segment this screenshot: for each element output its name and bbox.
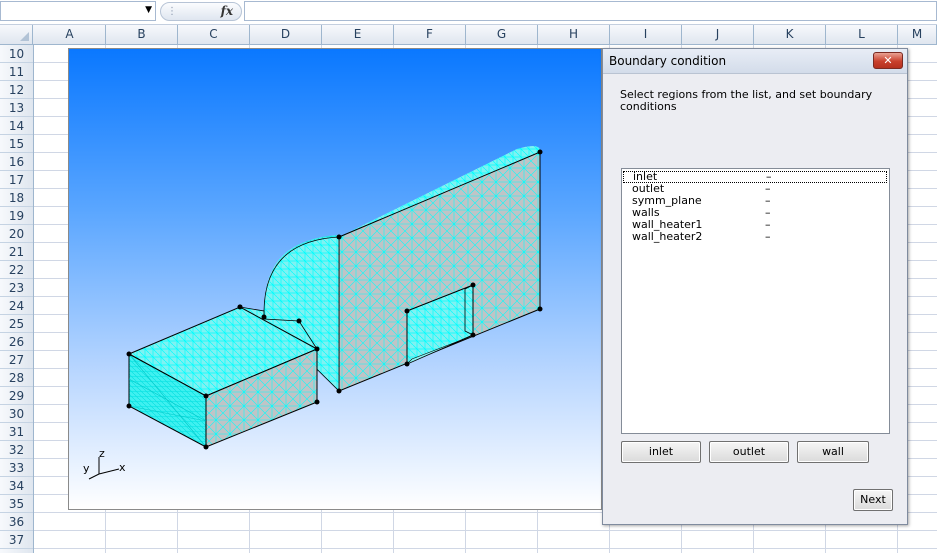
row-header-24[interactable]: 24 bbox=[0, 297, 33, 315]
column-header-k[interactable]: K bbox=[754, 25, 826, 44]
row-header-18[interactable]: 18 bbox=[0, 189, 33, 207]
axis-triad-icon: z y x bbox=[83, 447, 126, 480]
row-header-25[interactable]: 25 bbox=[0, 315, 33, 333]
boundary-condition-dialog: Boundary condition ✕ Select regions from… bbox=[602, 48, 908, 525]
row-header-32[interactable]: 32 bbox=[0, 441, 33, 459]
row-header-35[interactable]: 35 bbox=[0, 495, 33, 513]
row-header-17[interactable]: 17 bbox=[0, 171, 33, 189]
row-header-14[interactable]: 14 bbox=[0, 117, 33, 135]
column-header-d[interactable]: D bbox=[250, 25, 322, 44]
grid-line bbox=[34, 530, 937, 531]
row-header-30[interactable]: 30 bbox=[0, 405, 33, 423]
row-headers: 10 11 12 13 14 15 16 17 18 19 20 21 22 23 24 25 26 27 28 29… bbox=[0, 45, 34, 553]
instruction-text: Select regions from the list, and set bo… bbox=[620, 88, 873, 113]
chevron-down-icon[interactable]: ▼ bbox=[145, 5, 152, 15]
row-header-21[interactable]: 21 bbox=[0, 243, 33, 261]
outlet-button[interactable]: outlet bbox=[709, 441, 789, 463]
mesh-viewport[interactable]: z y x bbox=[68, 48, 602, 510]
next-button[interactable]: Next bbox=[853, 489, 893, 511]
name-box[interactable]: ▼ bbox=[0, 1, 156, 21]
column-header-c[interactable]: C bbox=[178, 25, 250, 44]
row-header-15[interactable]: 15 bbox=[0, 135, 33, 153]
region-list-item[interactable]: symm_plane – bbox=[622, 195, 889, 207]
grid-line bbox=[34, 548, 937, 549]
axis-y-label: y bbox=[83, 462, 90, 475]
row-header-23[interactable]: 23 bbox=[0, 279, 33, 297]
row-header-31[interactable]: 31 bbox=[0, 423, 33, 441]
row-header-33[interactable]: 33 bbox=[0, 459, 33, 477]
row-header-27[interactable]: 27 bbox=[0, 351, 33, 369]
inlet-button[interactable]: inlet bbox=[621, 441, 701, 463]
column-header-f[interactable]: F bbox=[394, 25, 466, 44]
region-condition: – bbox=[765, 230, 771, 243]
row-header-10[interactable]: 10 bbox=[0, 45, 33, 63]
row-header-16[interactable]: 16 bbox=[0, 153, 33, 171]
row-header-29[interactable]: 29 bbox=[0, 387, 33, 405]
axis-x-label: x bbox=[119, 461, 126, 474]
row-header-19[interactable]: 19 bbox=[0, 207, 33, 225]
column-header-h[interactable]: H bbox=[538, 25, 610, 44]
formula-tools: ⋮ fx bbox=[160, 2, 242, 21]
row-header-26[interactable]: 26 bbox=[0, 333, 33, 351]
column-header-m[interactable]: M bbox=[898, 25, 937, 44]
mesh-canvas: z y x bbox=[83, 145, 543, 480]
column-header-l[interactable]: L bbox=[826, 25, 898, 44]
column-header-j[interactable]: J bbox=[682, 25, 754, 44]
row-header-34[interactable]: 34 bbox=[0, 477, 33, 495]
column-header-a[interactable]: A bbox=[34, 25, 106, 44]
row-header-22[interactable]: 22 bbox=[0, 261, 33, 279]
row-header-20[interactable]: 20 bbox=[0, 225, 33, 243]
row-header-37[interactable]: 37 bbox=[0, 531, 33, 549]
close-button[interactable]: ✕ bbox=[873, 52, 903, 69]
row-header-13[interactable]: 13 bbox=[0, 99, 33, 117]
axis-z-label: z bbox=[99, 447, 105, 460]
row-header-11[interactable]: 11 bbox=[0, 63, 33, 81]
row-header-28[interactable]: 28 bbox=[0, 369, 33, 387]
dialog-title: Boundary condition bbox=[609, 54, 727, 68]
column-header-e[interactable]: E bbox=[322, 25, 394, 44]
region-listbox[interactable]: inlet – outlet – symm_plane – walls – wall_heate… bbox=[621, 168, 890, 434]
row-header-12[interactable]: 12 bbox=[0, 81, 33, 99]
select-all-button[interactable] bbox=[0, 25, 33, 44]
column-header-b[interactable]: B bbox=[106, 25, 178, 44]
insert-function-button[interactable]: fx bbox=[221, 4, 233, 18]
region-name: wall_heater2 bbox=[632, 230, 703, 243]
wall-button[interactable]: wall bbox=[797, 441, 869, 463]
column-header-g[interactable]: G bbox=[466, 25, 538, 44]
region-list-item[interactable]: wall_heater2 – bbox=[622, 231, 889, 243]
formula-bar: ▼ ⋮ fx bbox=[0, 0, 937, 25]
formula-input[interactable] bbox=[244, 1, 937, 21]
column-header-i[interactable]: I bbox=[610, 25, 682, 44]
row-header-36[interactable]: 36 bbox=[0, 513, 33, 531]
dialog-titlebar[interactable]: Boundary condition ✕ bbox=[603, 49, 907, 74]
column-headers: ABCDEFGHIJKLM bbox=[0, 25, 937, 45]
resize-handle-icon[interactable]: ⋮ bbox=[167, 6, 177, 17]
